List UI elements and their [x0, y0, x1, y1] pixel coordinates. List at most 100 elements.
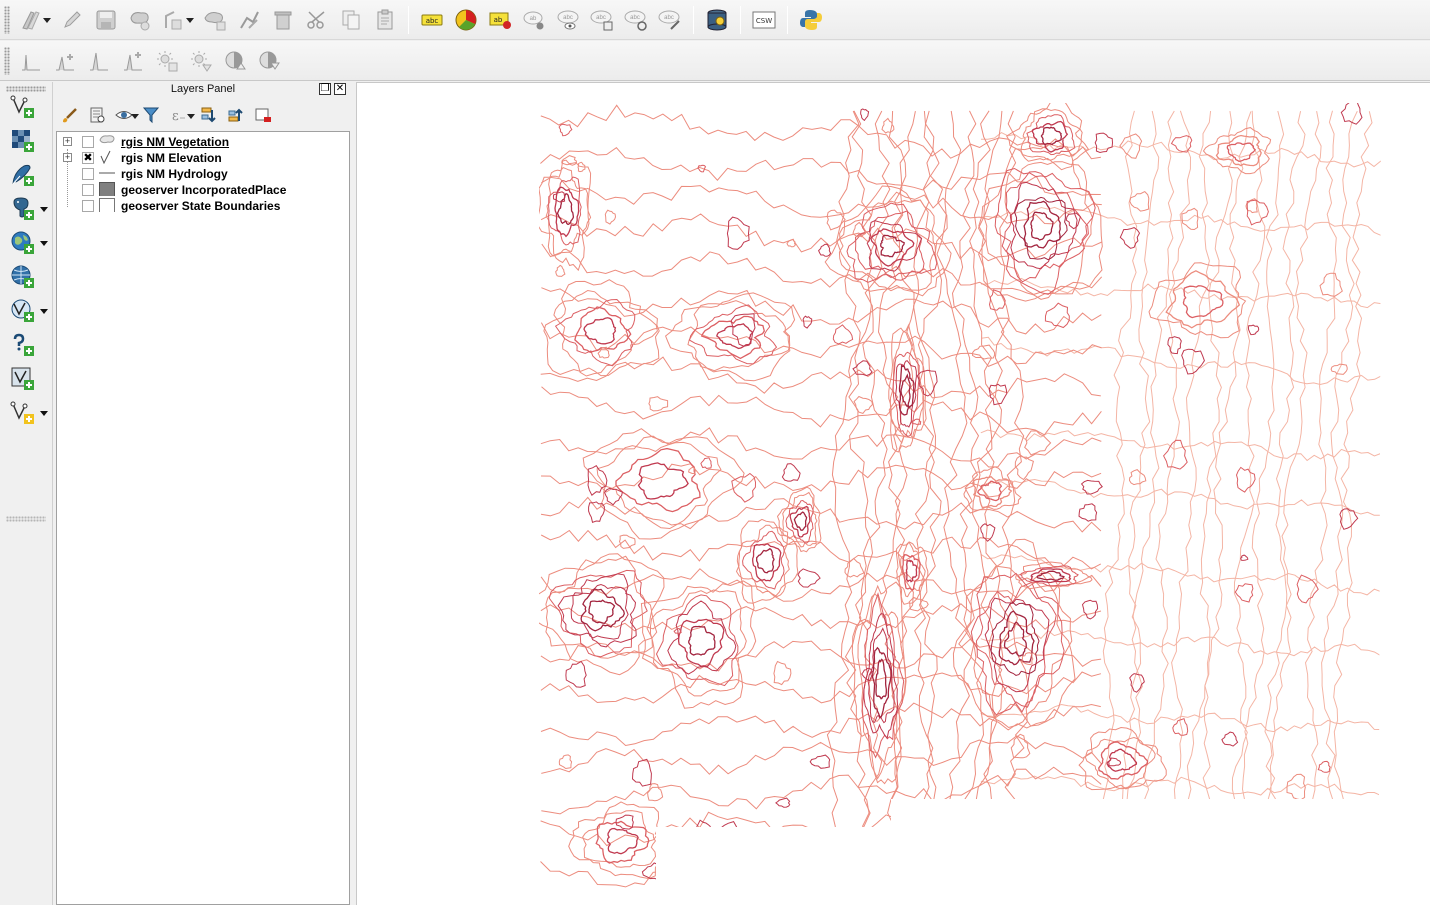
node-tool-button[interactable] — [201, 6, 229, 34]
add-wms-layer-button[interactable] — [8, 228, 38, 258]
add-postgis-layer-button[interactable] — [8, 194, 38, 224]
svg-text:abc: abc — [630, 15, 640, 21]
change-label-button[interactable]: abc — [656, 6, 684, 34]
toolbar-grip[interactable] — [4, 46, 10, 75]
toolbar-grip[interactable] — [6, 516, 46, 522]
contour-line — [1246, 199, 1269, 226]
move-label-button[interactable]: abc — [588, 6, 616, 34]
increase-brightness-button[interactable] — [153, 47, 181, 75]
close-panel-button[interactable]: ✕ — [334, 83, 346, 95]
filter-legend-button[interactable] — [140, 104, 162, 126]
svg-text:ab: ab — [530, 16, 537, 22]
contour-line — [1247, 324, 1260, 336]
contour-line — [818, 243, 832, 257]
contour-line — [1170, 135, 1193, 153]
contour-line — [1240, 554, 1249, 561]
contour-line — [1317, 760, 1331, 773]
add-vector-layer-button[interactable] — [8, 92, 38, 122]
add-spatialite-layer-button[interactable] — [8, 160, 38, 190]
add-delimited-text-button[interactable] — [8, 330, 38, 360]
filter-expression-button[interactable]: ε — [167, 104, 195, 126]
db-manager-icon — [707, 9, 727, 30]
new-shapefile-layer-button[interactable] — [8, 398, 38, 428]
contour-line — [655, 594, 739, 687]
add-raster-layer-button[interactable] — [8, 126, 38, 156]
elevation-contour-map[interactable] — [357, 83, 1430, 905]
python-console-button[interactable] — [797, 6, 825, 34]
chevron-down-icon[interactable] — [40, 207, 48, 212]
add-delimited-text-icon — [13, 333, 34, 356]
local-histogram-stretch-button[interactable] — [17, 47, 45, 75]
layer-visibility-checkbox[interactable] — [82, 200, 94, 212]
contour-line — [860, 108, 870, 122]
layer-visibility-checkbox[interactable] — [82, 184, 94, 196]
save-edits-button[interactable] — [92, 6, 120, 34]
contour-line — [809, 754, 831, 769]
remove-layer-button[interactable] — [252, 104, 274, 126]
add-feature-button[interactable] — [126, 6, 154, 34]
layer-name: geoserver State Boundaries — [121, 199, 281, 213]
decrease-brightness-button[interactable] — [187, 47, 215, 75]
layer-visibility-checkbox[interactable] — [82, 136, 94, 148]
map-canvas[interactable] — [356, 82, 1430, 905]
expand-toggle-icon[interactable]: + — [63, 153, 72, 162]
rotate-label-button[interactable]: abc — [622, 6, 650, 34]
full-cumulative-cut-button[interactable] — [119, 47, 147, 75]
cut-features-button[interactable] — [303, 6, 331, 34]
style-manager-button[interactable] — [59, 104, 81, 126]
contour-line — [1128, 469, 1147, 486]
current-edits-button[interactable] — [17, 6, 51, 34]
float-panel-button[interactable]: ❐ — [319, 83, 331, 95]
toggle-editing-button[interactable] — [58, 6, 86, 34]
layer-visibility-checkbox[interactable]: ✖ — [82, 152, 94, 164]
db-manager-button[interactable] — [703, 6, 731, 34]
raster-histogram-icon — [22, 54, 40, 70]
move-feature-button[interactable] — [160, 6, 194, 34]
contour-line — [604, 209, 617, 225]
add-group-button[interactable] — [86, 104, 108, 126]
show-hide-labels-button[interactable]: abc — [554, 6, 582, 34]
layer-labeling-button[interactable]: abc — [418, 6, 446, 34]
chevron-down-icon[interactable] — [40, 309, 48, 314]
collapse-all-button[interactable] — [225, 104, 247, 126]
delete-selected-button[interactable] — [269, 6, 297, 34]
expand-all-button[interactable] — [198, 104, 220, 126]
contour-line — [1126, 110, 1175, 801]
metasearch-button[interactable]: CSW — [750, 6, 778, 34]
pin-labels-button[interactable]: ab — [486, 6, 514, 34]
contour-line — [988, 289, 1006, 311]
layer-row-state-boundaries[interactable]: geoserver State Boundaries — [57, 198, 347, 214]
paste-features-button[interactable] — [371, 6, 399, 34]
chevron-down-icon[interactable] — [40, 411, 48, 416]
svg-text:ε: ε — [172, 109, 179, 124]
add-wcs-layer-button[interactable] — [8, 262, 38, 292]
layer-diagram-button[interactable] — [452, 6, 480, 34]
copy-features-button[interactable] — [337, 6, 365, 34]
contour-line — [1122, 110, 1160, 801]
layer-row-vegetation[interactable]: + rgis NM Vegetation — [57, 134, 347, 150]
layer-visibility-checkbox[interactable] — [82, 168, 94, 180]
contour-line — [1129, 190, 1150, 212]
layer-row-elevation[interactable]: + ✖ rgis NM Elevation — [57, 150, 347, 166]
contour-line — [540, 568, 1102, 602]
increase-contrast-button[interactable] — [221, 47, 249, 75]
contour-line — [540, 702, 1101, 747]
decrease-contrast-button[interactable] — [255, 47, 283, 75]
contour-line — [648, 396, 669, 412]
expand-toggle-icon[interactable]: + — [63, 137, 72, 146]
contour-line — [1031, 120, 1069, 153]
show-hide-label-icon: abc — [557, 10, 579, 29]
add-virtual-layer-button[interactable] — [8, 364, 38, 394]
manage-visibility-button[interactable] — [113, 104, 139, 126]
layer-row-incorporated-place[interactable]: geoserver IncorporatedPlace — [57, 182, 347, 198]
full-histogram-stretch-button[interactable] — [51, 47, 79, 75]
node-tool-icon — [204, 11, 226, 30]
chevron-down-icon[interactable] — [40, 241, 48, 246]
edit-attributes-button[interactable] — [235, 6, 263, 34]
layer-row-hydrology[interactable]: rgis NM Hydrology — [57, 166, 347, 182]
contour-line — [1231, 110, 1266, 802]
toolbar-grip[interactable] — [4, 5, 10, 34]
local-cumulative-cut-button[interactable] — [85, 47, 113, 75]
highlight-pinned-button[interactable]: ab — [520, 6, 548, 34]
add-wfs-layer-button[interactable] — [8, 296, 38, 326]
